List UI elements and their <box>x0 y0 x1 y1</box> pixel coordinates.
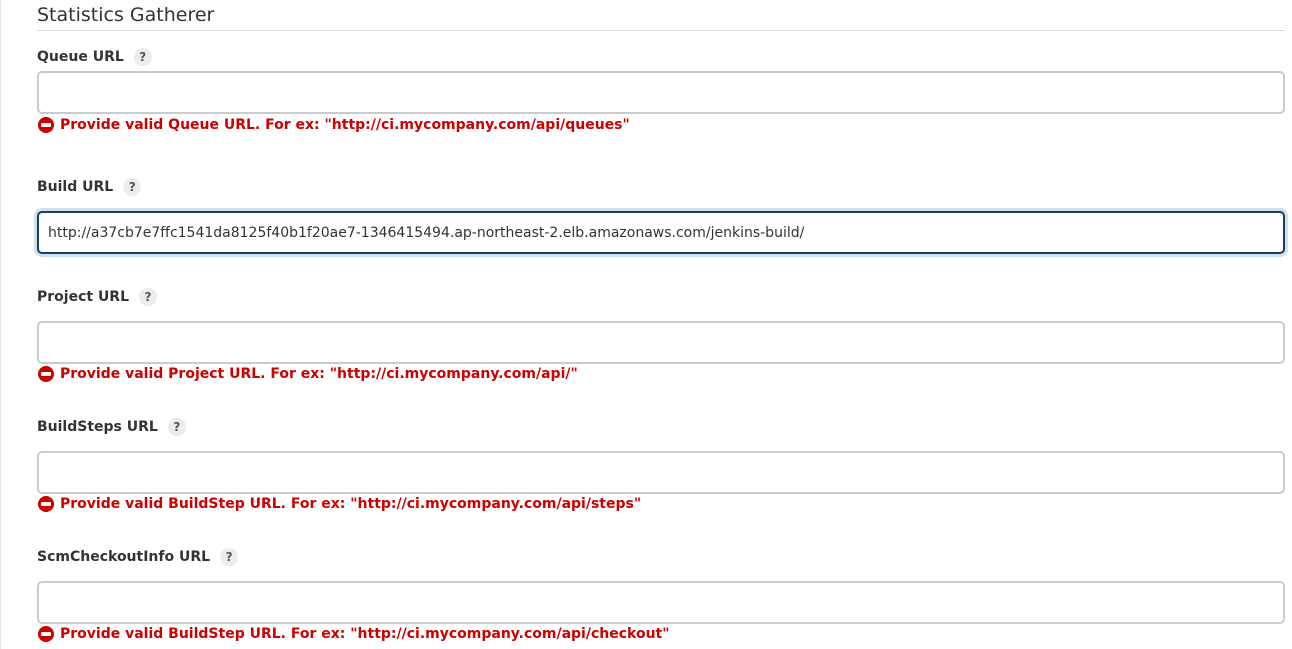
help-icon[interactable]: ? <box>139 288 158 306</box>
statistics-gatherer-config-page: Statistics Gatherer Queue URL ? Provide … <box>0 0 1292 649</box>
error-icon <box>38 626 54 642</box>
error-icon <box>38 117 54 133</box>
buildsteps-url-error-text: Provide valid BuildStep URL. For ex: "ht… <box>60 496 642 512</box>
help-icon[interactable]: ? <box>220 548 239 566</box>
error-icon <box>38 496 54 512</box>
scmcheckoutinfo-url-input[interactable] <box>37 581 1285 624</box>
project-url-field: Project URL ? Provide valid Project URL.… <box>37 287 1285 382</box>
section-header: Statistics Gatherer <box>37 2 1285 31</box>
scmcheckoutinfo-url-field: ScmCheckoutInfo URL ? Provide valid Buil… <box>37 547 1285 642</box>
help-icon[interactable]: ? <box>123 178 142 196</box>
buildsteps-url-input[interactable] <box>37 451 1285 494</box>
project-url-error-text: Provide valid Project URL. For ex: "http… <box>60 366 578 382</box>
queue-url-label-row: Queue URL ? <box>37 47 1285 67</box>
build-url-input[interactable] <box>37 211 1285 254</box>
queue-url-field: Queue URL ? Provide valid Queue URL. For… <box>37 47 1285 133</box>
section-title: Statistics Gatherer <box>37 4 215 26</box>
error-icon <box>38 366 54 382</box>
scmcheckoutinfo-url-label: ScmCheckoutInfo URL <box>37 549 211 565</box>
buildsteps-url-label-row: BuildSteps URL ? <box>37 417 1285 437</box>
scmcheckoutinfo-url-label-row: ScmCheckoutInfo URL ? <box>37 547 1285 567</box>
build-url-label-row: Build URL ? <box>37 177 1285 197</box>
project-url-error: Provide valid Project URL. For ex: "http… <box>37 364 578 384</box>
queue-url-label: Queue URL <box>37 49 124 65</box>
help-icon[interactable]: ? <box>133 48 152 66</box>
scmcheckoutinfo-url-error-text: Provide valid BuildStep URL. For ex: "ht… <box>60 626 670 642</box>
help-icon[interactable]: ? <box>167 418 186 436</box>
buildsteps-url-error: Provide valid BuildStep URL. For ex: "ht… <box>37 494 641 514</box>
buildsteps-url-label: BuildSteps URL <box>37 419 158 435</box>
queue-url-input[interactable] <box>37 71 1285 114</box>
buildsteps-url-field: BuildSteps URL ? Provide valid BuildStep… <box>37 417 1285 512</box>
project-url-input[interactable] <box>37 321 1285 364</box>
project-url-label-row: Project URL ? <box>37 287 1285 307</box>
scmcheckoutinfo-url-error: Provide valid BuildStep URL. For ex: "ht… <box>37 624 670 644</box>
build-url-field: Build URL ? <box>37 177 1285 254</box>
build-url-label: Build URL <box>37 179 114 195</box>
queue-url-error: Provide valid Queue URL. For ex: "http:/… <box>37 115 630 135</box>
project-url-label: Project URL <box>37 289 130 305</box>
queue-url-error-text: Provide valid Queue URL. For ex: "http:/… <box>60 117 630 133</box>
